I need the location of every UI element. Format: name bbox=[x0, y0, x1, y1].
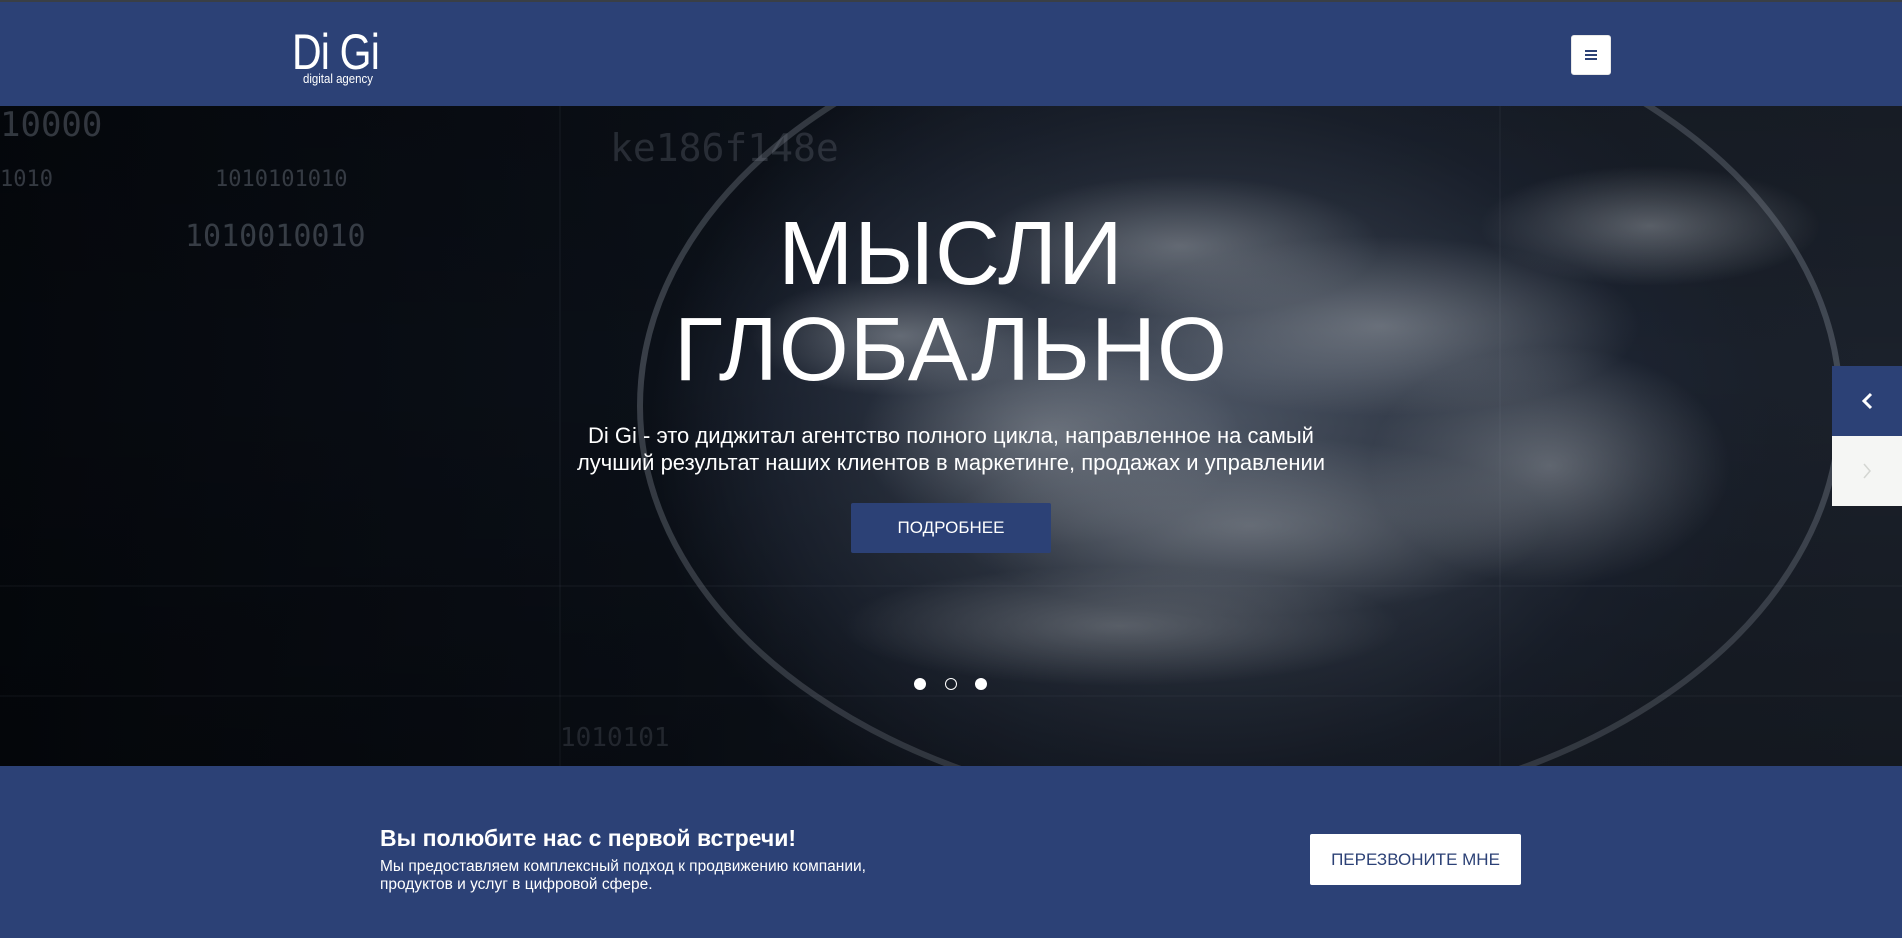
logo-tagline: digital agency bbox=[303, 71, 373, 86]
slide-dot-3[interactable] bbox=[975, 678, 987, 690]
more-button[interactable]: ПОДРОБНЕЕ bbox=[851, 503, 1051, 553]
callback-section: Вы полюбите нас с первой встречи! Мы пре… bbox=[0, 766, 1902, 938]
site-header: Di Gi digital agency bbox=[0, 2, 1902, 106]
hamburger-icon bbox=[1585, 50, 1597, 60]
page: Di Gi digital agency МЫСЛИ ГЛОБАЛЬНО Di … bbox=[0, 0, 1902, 938]
hero-slider: 10000 1010 1010101010 1010010010 ke186f1… bbox=[0, 106, 1902, 766]
hero-subtitle: Di Gi - это диджитал агентство полного ц… bbox=[451, 422, 1451, 476]
hero-title-line1: МЫСЛИ bbox=[778, 204, 1124, 304]
callback-text-line2: продуктов и услуг в цифровой сфере. bbox=[380, 876, 653, 893]
callback-text-line1: Мы предоставляем комплексный подход к пр… bbox=[380, 858, 866, 875]
chevron-right-icon bbox=[1863, 463, 1871, 479]
slider-prev-button[interactable] bbox=[1832, 366, 1902, 436]
slider-dots bbox=[914, 678, 989, 692]
slide-dot-2[interactable] bbox=[945, 678, 957, 690]
hero-title: МЫСЛИ ГЛОБАЛЬНО bbox=[551, 206, 1351, 398]
hero-subtitle-line2: лучший результат наших клиентов в маркет… bbox=[576, 450, 1326, 475]
slide-dot-1[interactable] bbox=[914, 678, 926, 690]
logo[interactable]: Di Gi digital agency bbox=[292, 26, 412, 88]
hero-subtitle-line1: Di Gi - это диджитал агентство полного ц… bbox=[588, 423, 1314, 448]
callback-button[interactable]: ПЕРЕЗВОНИТЕ МНЕ bbox=[1310, 834, 1521, 885]
callback-text: Мы предоставляем комплексный подход к пр… bbox=[380, 858, 940, 894]
callback-title: Вы полюбите нас с первой встречи! bbox=[380, 825, 796, 851]
slider-next-button[interactable] bbox=[1832, 436, 1902, 506]
chevron-left-icon bbox=[1861, 392, 1873, 410]
menu-button[interactable] bbox=[1571, 35, 1611, 75]
hero-title-line2: ГЛОБАЛЬНО bbox=[674, 300, 1228, 400]
